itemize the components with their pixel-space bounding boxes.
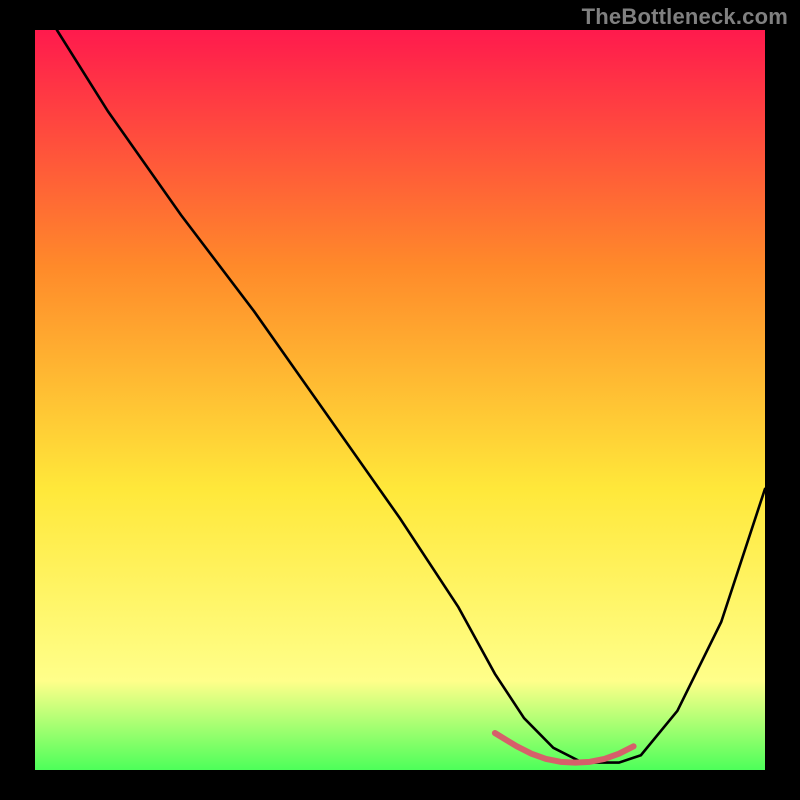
plot-area: [35, 30, 765, 770]
chart-svg: [35, 30, 765, 770]
watermark-text: TheBottleneck.com: [582, 4, 788, 30]
gradient-background: [35, 30, 765, 770]
chart-frame: TheBottleneck.com: [0, 0, 800, 800]
